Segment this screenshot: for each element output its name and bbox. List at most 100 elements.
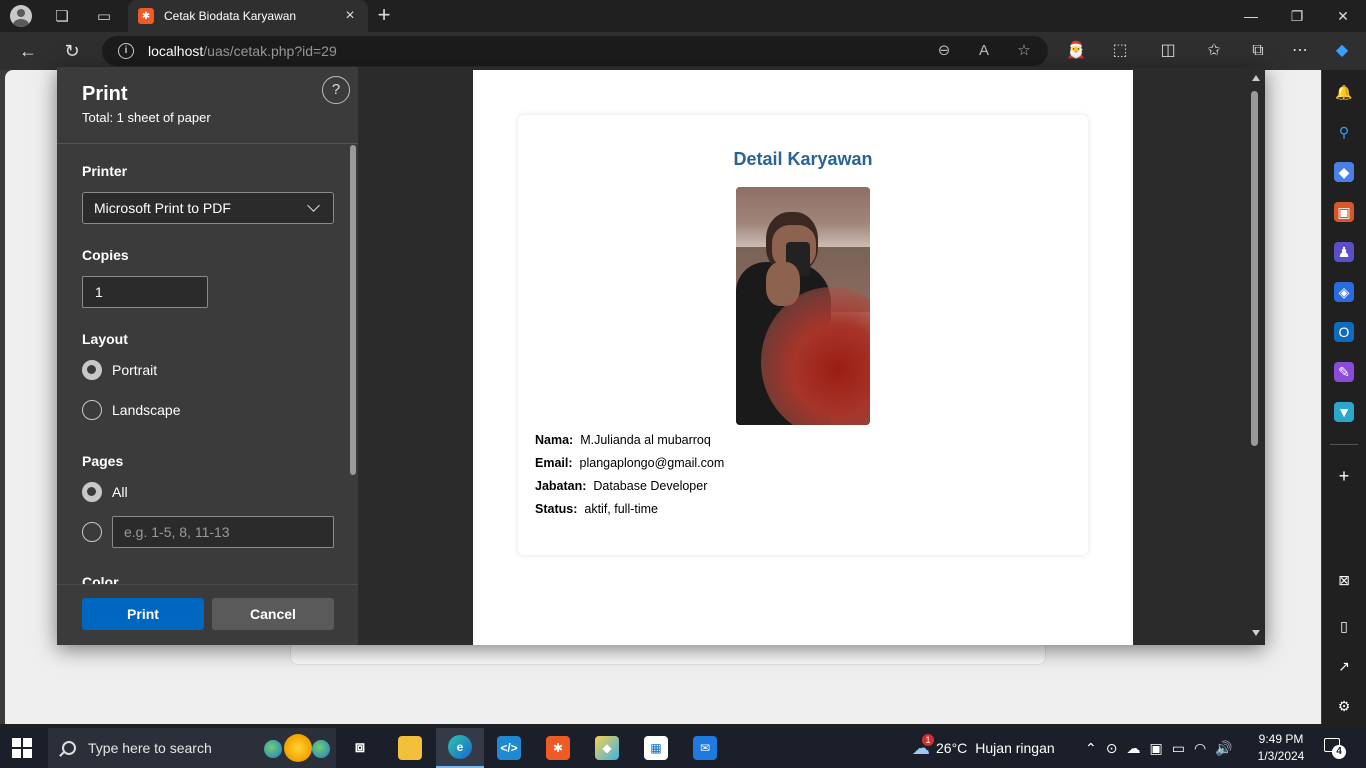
notification-bell-icon[interactable]: 🔔 [1334, 82, 1354, 102]
printer-label: Printer [82, 163, 128, 179]
external-link-icon[interactable]: ↗ [1334, 656, 1354, 676]
xampp-icon[interactable]: ✱ [534, 728, 582, 768]
back-button[interactable]: ← [16, 39, 40, 63]
split-screen-icon[interactable]: ◫ [1156, 39, 1180, 63]
search-highlight-image [264, 734, 330, 762]
taskbar-clock[interactable]: 9:49 PM 1/3/2024 [1250, 731, 1312, 765]
system-tray-icons[interactable]: ⌃ ⊙ ☁ ▣ ▭ ◠ 🔊 [1085, 728, 1242, 768]
clock-date: 1/3/2024 [1257, 749, 1305, 763]
favorite-star-icon[interactable]: ☆ [1012, 36, 1036, 66]
cancel-button[interactable]: Cancel [212, 598, 334, 630]
sidebar-divider [1330, 444, 1358, 445]
address-bar[interactable]: i localhost/uas/cetak.php?id=29 ⊖ A ☆ [102, 36, 1048, 66]
pages-all-option[interactable]: All [82, 482, 128, 502]
onedrive-icon[interactable]: ☁ [1126, 740, 1149, 757]
restore-button[interactable]: ❐ [1274, 0, 1320, 32]
minimize-button[interactable]: — [1228, 0, 1274, 32]
weather-temp: 26°C [936, 740, 968, 756]
hide-sidebar-icon[interactable]: ⊠ [1334, 570, 1354, 590]
layout-portrait-option[interactable]: Portrait [82, 360, 157, 380]
site-info-icon[interactable]: i [118, 43, 134, 59]
tab-cetak-biodata[interactable]: ✱ Cetak Biodata Karyawan × [128, 0, 368, 32]
settings-scrollbar[interactable] [350, 145, 356, 475]
windows-taskbar: Type here to search ⧈ e </> ✱ ◆ ▦ ✉ ☁ 1 2… [0, 728, 1366, 768]
profile-avatar[interactable] [10, 5, 32, 27]
print-settings-panel: Print Total: 1 sheet of paper ? Printer … [57, 67, 358, 645]
browser-tab-strip: ❏ ▭ ✱ Cetak Biodata Karyawan × + — ❐ ✕ [0, 0, 1366, 32]
print-preview-area: Detail Karyawan Nama: M.Julianda al mubar… [358, 67, 1265, 645]
extension-santa-icon[interactable]: 🎅 [1064, 39, 1088, 63]
chevron-down-icon [307, 199, 320, 212]
windows-start-icon[interactable] [12, 738, 32, 758]
preview-scroll-up-icon[interactable] [1252, 75, 1260, 81]
weather-cloud-icon: ☁ 1 [912, 733, 934, 759]
mail-icon[interactable]: ✉ [681, 728, 729, 768]
close-tab-icon[interactable]: × [342, 7, 358, 25]
copilot-side-icon[interactable]: ◈ [1334, 282, 1354, 302]
print-total: Total: 1 sheet of paper [82, 110, 211, 125]
read-aloud-icon[interactable]: A [972, 36, 996, 66]
radio-checked-icon[interactable] [82, 360, 102, 380]
close-window-button[interactable]: ✕ [1320, 0, 1366, 32]
display-icon[interactable]: ▣ [1149, 740, 1171, 757]
preview-page: Detail Karyawan Nama: M.Julianda al mubar… [473, 70, 1133, 645]
preview-scrollbar[interactable] [1251, 91, 1258, 446]
outlook-icon[interactable]: O [1334, 322, 1354, 342]
browser-toolbar: ← ↻ i localhost/uas/cetak.php?id=29 ⊖ A … [0, 32, 1366, 70]
add-sidebar-app-icon[interactable]: + [1334, 466, 1354, 486]
weather-widget[interactable]: ☁ 1 26°C Hujan ringan [912, 728, 1055, 768]
help-button[interactable]: ? [322, 76, 350, 104]
layout-landscape-label: Landscape [112, 402, 181, 418]
print-dialog-footer: Print Cancel [57, 584, 358, 645]
pages-custom-option[interactable] [82, 522, 112, 542]
tray-app-icon[interactable]: ⊙ [1106, 740, 1127, 757]
collections-icon[interactable]: ⧉ [1246, 39, 1270, 63]
print-button[interactable]: Print [82, 598, 204, 630]
taskbar-search-box[interactable]: Type here to search [48, 728, 336, 768]
radio-unchecked-icon[interactable] [82, 522, 102, 542]
tab-actions-icon[interactable]: ▭ [92, 4, 116, 28]
copilot-icon[interactable]: ◆ [1330, 39, 1354, 63]
games-icon[interactable]: ♟ [1334, 242, 1354, 262]
designer-icon[interactable]: ✎ [1334, 362, 1354, 382]
edge-taskbar-icon[interactable]: e [436, 728, 484, 768]
copies-input[interactable]: 1 [82, 276, 208, 308]
wifi-icon[interactable]: ◠ [1194, 740, 1215, 757]
search-icon[interactable]: ⚲ [1334, 122, 1354, 142]
weather-desc: Hujan ringan [975, 740, 1055, 756]
zoom-icon[interactable]: ⊖ [932, 36, 956, 66]
radio-unchecked-icon[interactable] [82, 400, 102, 420]
drop-icon[interactable]: ▼ [1334, 402, 1354, 422]
workspaces-icon[interactable]: ❏ [50, 4, 74, 28]
new-tab-button[interactable]: + [372, 4, 396, 28]
info-email: Email: plangaplongo@gmail.com [535, 456, 725, 470]
extensions-icon[interactable]: ⬚ [1108, 39, 1132, 63]
pages-all-label: All [112, 484, 128, 500]
layout-landscape-option[interactable]: Landscape [82, 400, 181, 420]
task-view-icon[interactable]: ⧈ [336, 728, 384, 768]
tray-chevron-icon[interactable]: ⌃ [1085, 740, 1106, 757]
pages-range-input[interactable]: e.g. 1-5, 8, 11-13 [112, 516, 334, 548]
preview-scroll-down-icon[interactable] [1252, 630, 1260, 636]
xampp-favicon-icon: ✱ [138, 8, 154, 24]
copies-label: Copies [82, 247, 129, 263]
favorites-icon[interactable]: ✩ [1202, 39, 1226, 63]
notification-center-icon[interactable]: 4 [1324, 738, 1346, 759]
print-title: Print [82, 83, 128, 105]
battery-icon[interactable]: ▭ [1172, 740, 1194, 757]
info-jabatan: Jabatan: Database Developer [535, 479, 708, 493]
printer-select[interactable]: Microsoft Print to PDF [82, 192, 334, 224]
volume-icon[interactable]: 🔊 [1215, 740, 1241, 757]
refresh-button[interactable]: ↻ [60, 39, 84, 63]
file-explorer-icon[interactable] [386, 728, 434, 768]
ms-store-icon[interactable]: ▦ [632, 728, 680, 768]
vscode-icon[interactable]: </> [485, 728, 533, 768]
sidebar-layout-icon[interactable]: ▯ [1334, 616, 1354, 636]
sidebar-settings-icon[interactable]: ⚙ [1334, 696, 1354, 716]
shopping-tag-icon[interactable]: ◆ [1334, 162, 1354, 182]
cube-app-icon[interactable]: ◆ [583, 728, 631, 768]
radio-checked-icon[interactable] [82, 482, 102, 502]
layout-label: Layout [82, 331, 128, 347]
more-menu-icon[interactable]: ⋯ [1288, 39, 1312, 63]
tools-icon[interactable]: ▣ [1334, 202, 1354, 222]
